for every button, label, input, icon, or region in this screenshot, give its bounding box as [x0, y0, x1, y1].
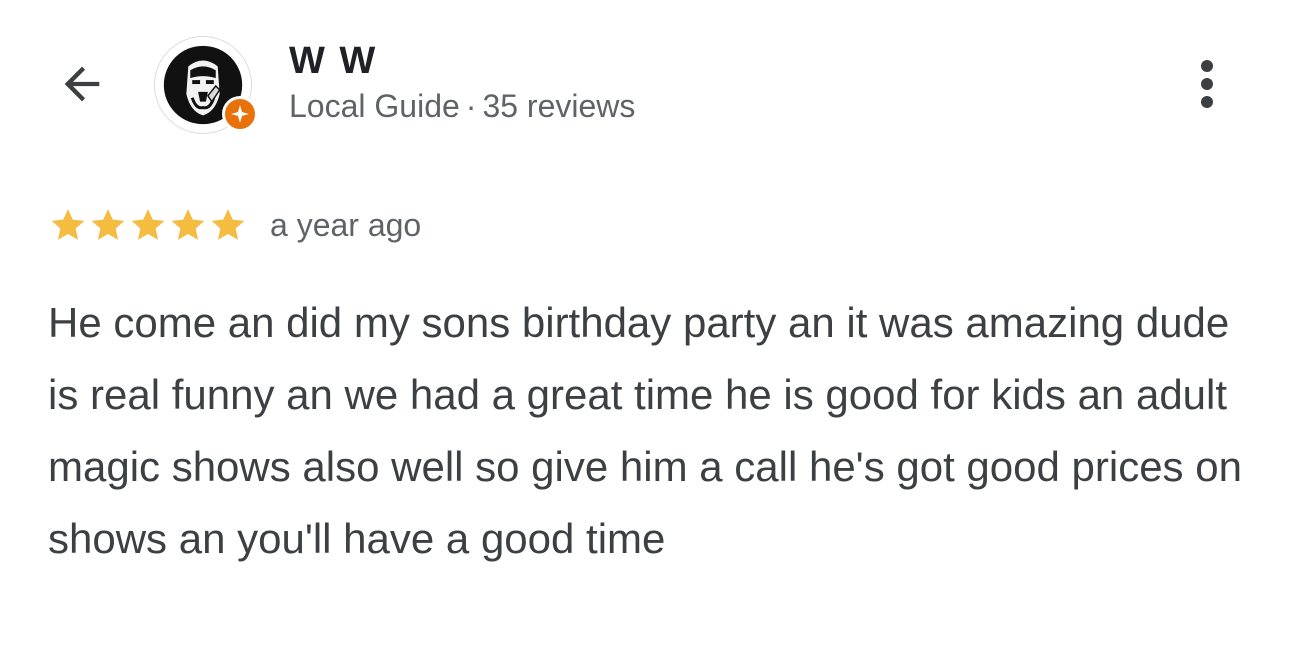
review-text: He come an did my sons birthday party an…: [48, 299, 1242, 562]
user-meta: Local Guide · 35 reviews: [289, 88, 635, 125]
user-name[interactable]: W W: [289, 40, 377, 83]
more-vert-icon: [1201, 60, 1213, 108]
more-options-button[interactable]: [1182, 52, 1232, 116]
arrow-back-icon: [64, 66, 100, 102]
star-icon: [211, 209, 245, 240]
star-rating: [48, 205, 248, 245]
rating-row: a year ago: [48, 200, 421, 250]
meta-separator: ·: [465, 88, 477, 124]
star-icon: [91, 209, 125, 240]
user-avatar[interactable]: [154, 36, 258, 134]
review-date: a year ago: [270, 206, 422, 243]
review-count: 35 reviews: [482, 88, 636, 124]
star-icon: [171, 209, 205, 240]
star-icon: [131, 209, 165, 240]
local-guide-label: Local Guide: [289, 88, 460, 124]
star-icon: [51, 209, 85, 240]
local-guide-badge: [222, 96, 258, 132]
back-button[interactable]: [50, 56, 114, 112]
local-guide-star-icon: [231, 105, 249, 123]
